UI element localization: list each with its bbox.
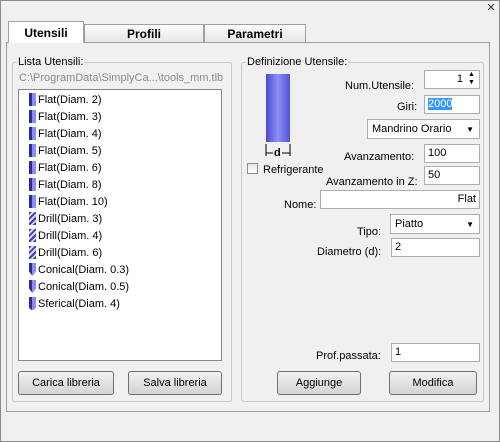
list-item[interactable]: Flat(Diam. 10) xyxy=(29,194,108,210)
chevron-down-icon: ▼ xyxy=(466,220,474,229)
type-label: Tipo: xyxy=(357,226,382,238)
drill-icon xyxy=(29,246,36,259)
tool-number-label: Num.Utensile: xyxy=(345,80,415,92)
list-item[interactable]: Conical(Diam. 0.3) xyxy=(29,262,129,278)
tab-parametri[interactable]: Parametri xyxy=(204,24,306,42)
close-icon[interactable]: ✕ xyxy=(483,1,499,15)
pass-depth-input[interactable]: 1 xyxy=(391,343,480,362)
flat-end-mill-icon xyxy=(29,110,36,123)
list-item[interactable]: Drill(Diam. 3) xyxy=(29,211,102,227)
flat-end-mill-icon xyxy=(29,144,36,157)
flat-end-mill-icon xyxy=(29,178,36,191)
list-item[interactable]: Flat(Diam. 4) xyxy=(29,126,102,142)
library-path: C:\ProgramData\SimplyCa...\tools_mm.tlb xyxy=(19,72,224,84)
tab-profili[interactable]: Profili xyxy=(84,24,204,42)
list-item[interactable]: Flat(Diam. 6) xyxy=(29,160,102,176)
name-label: Nome: xyxy=(284,199,317,211)
feed-input[interactable]: 100 xyxy=(424,144,480,163)
tool-list[interactable]: Flat(Diam. 2) Flat(Diam. 3) Flat(Diam. 4… xyxy=(18,89,222,361)
add-button[interactable]: Aggiunge xyxy=(277,371,361,395)
spinner-arrows-icon[interactable]: ▲ ▼ xyxy=(468,71,475,87)
save-library-button[interactable]: Salva libreria xyxy=(128,371,222,395)
name-input[interactable]: Flat xyxy=(320,190,480,209)
list-item[interactable]: Flat(Diam. 8) xyxy=(29,177,102,193)
drill-icon xyxy=(29,229,36,242)
feed-label: Avanzamento: xyxy=(344,151,415,163)
flat-end-mill-icon xyxy=(29,195,36,208)
tab-utensili[interactable]: Utensili xyxy=(8,21,84,43)
tool-type-select[interactable]: Piatto ▼ xyxy=(390,214,480,234)
tool-definition-group-label: Definizione Utensile: xyxy=(246,56,349,68)
edit-button[interactable]: Modifica xyxy=(389,371,477,395)
coolant-label: Refrigerante xyxy=(263,164,324,176)
tool-list-group-label: Lista Utensili: xyxy=(17,56,85,68)
diameter-input[interactable]: 2 xyxy=(391,238,480,257)
feed-z-label: Avanzamento in Z: xyxy=(326,176,418,188)
list-item[interactable]: Conical(Diam. 0.5) xyxy=(29,279,129,295)
feed-z-input[interactable]: 50 xyxy=(424,166,480,185)
spherical-tool-icon xyxy=(29,297,36,310)
diameter-label: Diametro (d): xyxy=(317,246,382,258)
list-item[interactable]: Drill(Diam. 6) xyxy=(29,245,102,261)
conical-tool-icon xyxy=(29,280,36,293)
drill-icon xyxy=(29,212,36,225)
flat-end-mill-icon xyxy=(29,161,36,174)
list-item[interactable]: Flat(Diam. 2) xyxy=(29,92,102,108)
list-item[interactable]: Flat(Diam. 3) xyxy=(29,109,102,125)
coolant-checkbox[interactable] xyxy=(247,163,258,174)
flat-end-mill-icon xyxy=(29,93,36,106)
list-item[interactable]: Sferical(Diam. 4) xyxy=(29,296,120,312)
rpm-label: Giri: xyxy=(397,101,418,113)
flat-end-mill-icon xyxy=(29,127,36,140)
conical-tool-icon xyxy=(29,263,36,276)
list-item[interactable]: Flat(Diam. 5) xyxy=(29,143,102,159)
diameter-dimension-label: d xyxy=(273,147,282,160)
tool-shape xyxy=(266,74,290,142)
chevron-down-icon: ▼ xyxy=(466,125,474,134)
list-item[interactable]: Drill(Diam. 4) xyxy=(29,228,102,244)
pass-depth-label: Prof.passata: xyxy=(316,350,381,362)
spindle-direction-select[interactable]: Mandrino Orario ▼ xyxy=(367,119,480,139)
rpm-input[interactable]: 2000 xyxy=(424,95,480,114)
load-library-button[interactable]: Carica libreria xyxy=(18,371,114,395)
